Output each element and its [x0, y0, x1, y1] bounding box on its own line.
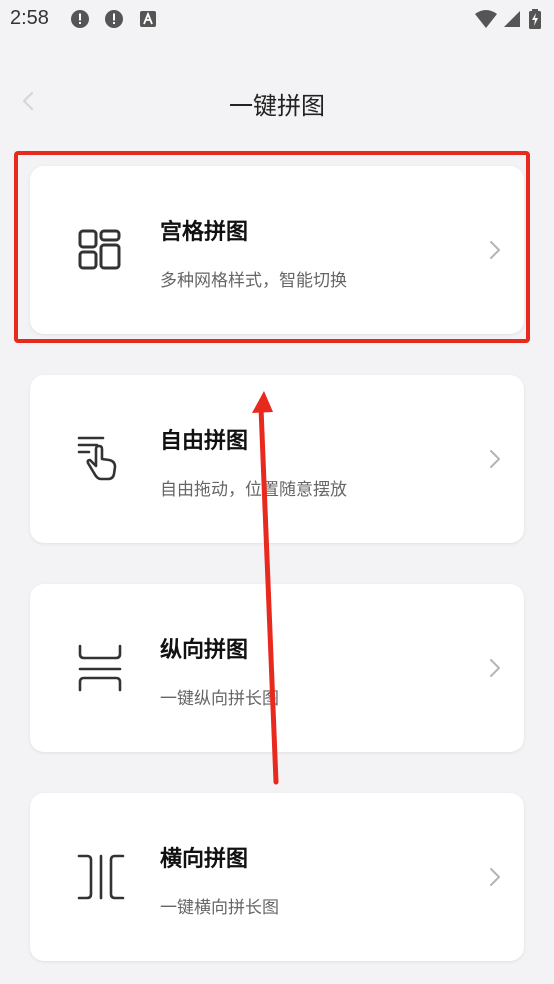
card-vertical-collage[interactable]: 纵向拼图 一键纵向拼长图: [30, 584, 524, 752]
vertical-stitch-icon: [78, 644, 122, 692]
chevron-right-icon: [490, 868, 500, 886]
title-bar: 一键拼图: [0, 72, 554, 132]
card-subtitle: 一键纵向拼长图: [160, 689, 279, 709]
chevron-right-icon: [490, 241, 500, 259]
card-subtitle: 一键横向拼长图: [160, 898, 279, 918]
chevron-right-icon: [490, 659, 500, 677]
card-subtitle: 自由拖动，位置随意摆放: [160, 480, 347, 500]
card-free-collage[interactable]: 自由拼图 自由拖动，位置随意摆放: [30, 375, 524, 543]
horizontal-stitch-icon: [77, 854, 125, 900]
card-title: 横向拼图: [160, 847, 249, 872]
chevron-right-icon: [490, 450, 500, 468]
card-subtitle: 多种网格样式，智能切换: [160, 271, 347, 291]
card-title: 纵向拼图: [160, 638, 249, 663]
page-title: 一键拼图: [229, 92, 325, 120]
card-horizontal-collage[interactable]: 横向拼图 一键横向拼长图: [30, 793, 524, 961]
status-bar: 2:58: [0, 0, 554, 38]
card-title: 自由拼图: [160, 429, 249, 454]
card-title: 宫格拼图: [160, 220, 249, 245]
alert-icon: [71, 10, 89, 28]
status-time: 2:58: [10, 7, 49, 29]
signal-icon: [504, 11, 520, 27]
alert-icon: [105, 10, 123, 28]
wifi-icon: [475, 10, 497, 28]
hand-drag-icon: [77, 436, 117, 481]
accessibility-icon: [140, 11, 156, 27]
battery-charging-icon: [529, 9, 541, 29]
card-grid-collage[interactable]: 宫格拼图 多种网格样式，智能切换: [30, 166, 524, 334]
grid-icon: [78, 229, 121, 270]
